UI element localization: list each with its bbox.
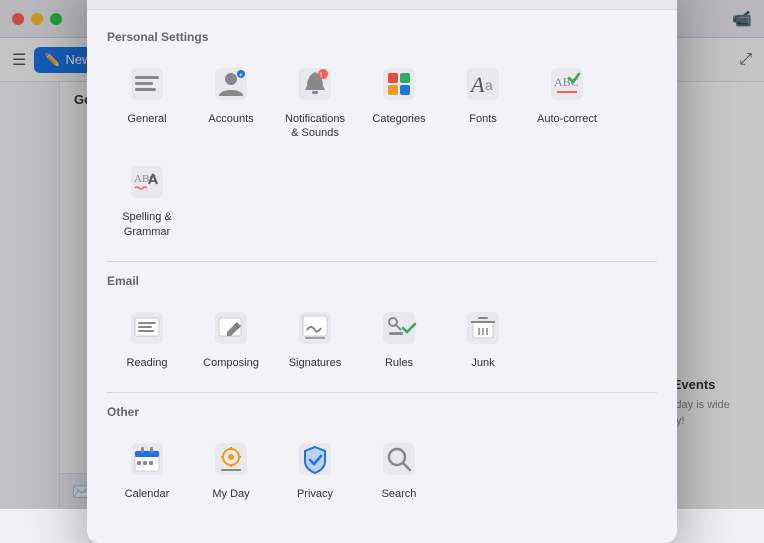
rules-icon [377,306,421,350]
categories-label: Categories [372,112,425,126]
categories-icon [377,62,421,106]
general-icon [125,62,169,106]
notifications-label: Notifications& Sounds [285,112,345,141]
prefs-content: Personal Settings General [87,10,677,543]
svg-text:A: A [469,72,485,97]
prefs-accounts-item[interactable]: + Accounts [191,54,271,149]
modal-overlay: Outlook Preferences Show All 🔍 Personal … [0,0,764,509]
svg-text:a: a [485,77,493,93]
prefs-rules-item[interactable]: Rules [359,298,439,378]
svg-text:!: ! [320,72,322,79]
calendar-icon [125,437,169,481]
composing-icon [209,306,253,350]
privacy-icon [293,437,337,481]
prefs-privacy-item[interactable]: Privacy [275,429,355,509]
reading-label: Reading [127,356,168,370]
prefs-autocorrect-item[interactable]: ABC Auto-correct [527,54,607,149]
prefs-myday-item[interactable]: My Day [191,429,271,509]
prefs-spelling-item[interactable]: ABC Spelling &Grammar [107,152,187,247]
svg-text:ABC: ABC [554,75,579,89]
signatures-icon [293,306,337,350]
fonts-label: Fonts [469,112,497,126]
reading-icon [125,306,169,350]
junk-icon [461,306,505,350]
composing-label: Composing [203,356,259,370]
general-label: General [127,112,166,126]
accounts-label: Accounts [208,112,253,126]
autocorrect-label: Auto-correct [537,112,597,126]
prefs-composing-item[interactable]: Composing [191,298,271,378]
myday-label: My Day [212,487,249,501]
search-pref-icon [377,437,421,481]
prefs-notifications-item[interactable]: ! Notifications& Sounds [275,54,355,149]
personal-settings-grid: General + Accounts [107,54,657,247]
personal-settings-label: Personal Settings [107,30,657,44]
prefs-signatures-item[interactable]: Signatures [275,298,355,378]
calendar-label: Calendar [125,487,170,501]
autocorrect-icon: ABC [545,62,589,106]
fonts-icon: A a [461,62,505,106]
prefs-titlebar: Outlook Preferences Show All 🔍 [87,0,677,10]
other-grid: Calendar [107,429,657,509]
signatures-label: Signatures [289,356,342,370]
prefs-search-item[interactable]: Search [359,429,439,509]
email-section-label: Email [107,274,657,288]
app-background: 🔍 📹 ☰ ✏️ New Message 🗑 Delete 📦 Archive … [0,0,764,509]
junk-label: Junk [471,356,494,370]
spelling-label: Spelling &Grammar [122,210,172,239]
prefs-reading-item[interactable]: Reading [107,298,187,378]
prefs-categories-item[interactable]: Categories [359,54,439,149]
prefs-calendar-item[interactable]: Calendar [107,429,187,509]
notifications-icon: ! [293,62,337,106]
email-grid: Reading Composing [107,298,657,378]
prefs-junk-item[interactable]: Junk [443,298,523,378]
preferences-dialog: Outlook Preferences Show All 🔍 Personal … [87,0,677,543]
accounts-icon: + [209,62,253,106]
search-label: Search [382,487,417,501]
spelling-icon: ABC [125,160,169,204]
other-section-label: Other [107,405,657,419]
myday-icon [209,437,253,481]
privacy-label: Privacy [297,487,333,501]
svg-text:+: + [239,73,243,79]
prefs-general-item[interactable]: General [107,54,187,149]
prefs-fonts-item[interactable]: A a Fonts [443,54,523,149]
rules-label: Rules [385,356,413,370]
